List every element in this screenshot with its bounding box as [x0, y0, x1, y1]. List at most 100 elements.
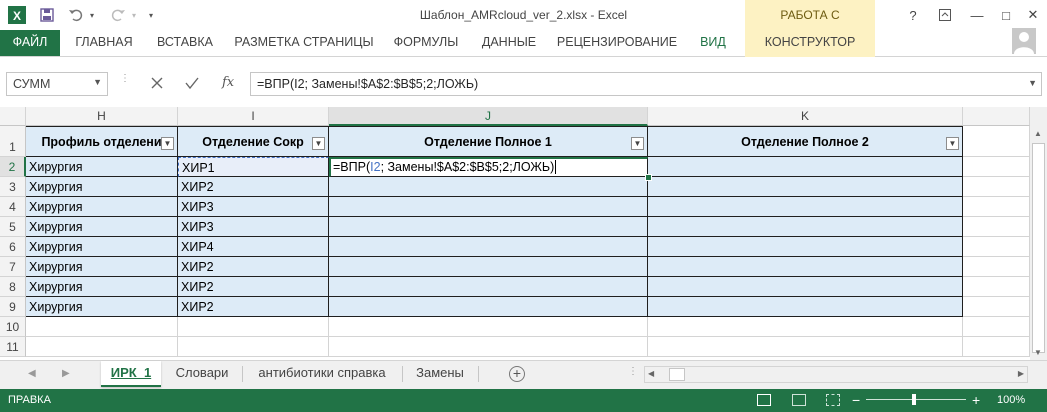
- cell[interactable]: [963, 177, 1030, 197]
- row-header[interactable]: 2: [0, 157, 26, 177]
- cell-j2-editing[interactable]: =ВПР(I2; Замены!$A$2:$B$5;2;ЛОЖЬ): [329, 157, 648, 177]
- cell-h9[interactable]: Хирургия: [26, 297, 178, 317]
- cell[interactable]: [329, 217, 648, 237]
- cell[interactable]: [963, 277, 1030, 297]
- cell[interactable]: [963, 157, 1030, 177]
- horizontal-scroll-thumb[interactable]: [669, 368, 685, 381]
- normal-view-icon[interactable]: [757, 394, 771, 406]
- cell[interactable]: [648, 337, 963, 357]
- cell[interactable]: [963, 297, 1030, 317]
- cell[interactable]: [26, 337, 178, 357]
- column-header-k[interactable]: K: [648, 107, 963, 126]
- chevron-down-icon[interactable]: ▼: [93, 77, 102, 87]
- table-header-cell[interactable]: Отделение Полное 2 ▼: [648, 126, 963, 157]
- cell-i6[interactable]: ХИР4: [178, 237, 329, 257]
- cell[interactable]: [963, 337, 1030, 357]
- cell[interactable]: [648, 317, 963, 337]
- cell-i2[interactable]: ХИР1: [178, 157, 329, 177]
- tab-design[interactable]: КОНСТРУКТОР: [745, 30, 875, 57]
- vertical-scroll-thumb[interactable]: [1032, 143, 1045, 353]
- tab-formulas[interactable]: ФОРМУЛЫ: [389, 30, 463, 56]
- table-header-cell[interactable]: Отделение Сокр ▼: [178, 126, 329, 157]
- cell[interactable]: [963, 257, 1030, 277]
- sheet-tab-replacements[interactable]: Замены: [408, 361, 472, 385]
- tab-view[interactable]: ВИД: [693, 30, 733, 56]
- zoom-slider-thumb[interactable]: [912, 394, 916, 405]
- cancel-icon[interactable]: [148, 73, 166, 93]
- tab-page-layout[interactable]: РАЗМЕТКА СТРАНИЦЫ: [231, 30, 377, 56]
- sheet-tab-irk1[interactable]: ИРК_1: [101, 361, 161, 387]
- fill-handle[interactable]: [645, 174, 652, 181]
- cell-h4[interactable]: Хирургия: [26, 197, 178, 217]
- cell[interactable]: [963, 197, 1030, 217]
- cell[interactable]: [648, 217, 963, 237]
- expand-formula-bar-icon[interactable]: ▼: [1028, 78, 1037, 88]
- cell[interactable]: [26, 317, 178, 337]
- cell-i9[interactable]: ХИР2: [178, 297, 329, 317]
- row-header[interactable]: 9: [0, 297, 26, 317]
- tabs-scroll-grip-icon[interactable]: ⋮: [628, 366, 638, 377]
- sheet-tab-antibiotics[interactable]: антибиотики справка: [248, 361, 396, 385]
- cell[interactable]: [329, 337, 648, 357]
- tab-review[interactable]: РЕЦЕНЗИРОВАНИЕ: [555, 30, 679, 56]
- scroll-right-icon[interactable]: ▶: [1018, 369, 1024, 378]
- cell[interactable]: [963, 317, 1030, 337]
- cell[interactable]: [329, 297, 648, 317]
- ribbon-display-options-icon[interactable]: [934, 5, 956, 25]
- minimize-button[interactable]: —: [966, 5, 988, 25]
- cell[interactable]: [963, 126, 1030, 157]
- worksheet-grid[interactable]: H I J K 1 Профиль отделени ▼ Отделение Сокр…: [0, 107, 1030, 360]
- cell-h2[interactable]: Хирургия: [26, 157, 178, 177]
- cell-h5[interactable]: Хирургия: [26, 217, 178, 237]
- cell-i8[interactable]: ХИР2: [178, 277, 329, 297]
- scroll-up-icon[interactable]: ▲: [1034, 129, 1042, 138]
- cell-i7[interactable]: ХИР2: [178, 257, 329, 277]
- enter-icon[interactable]: [183, 73, 201, 93]
- table-header-cell[interactable]: Профиль отделени ▼: [26, 126, 178, 157]
- cell[interactable]: [648, 297, 963, 317]
- cell-h6[interactable]: Хирургия: [26, 237, 178, 257]
- cell[interactable]: [178, 337, 329, 357]
- filter-dropdown-icon[interactable]: ▼: [631, 137, 644, 150]
- column-header-j[interactable]: J: [329, 107, 648, 126]
- row-header[interactable]: 4: [0, 197, 26, 217]
- formula-input[interactable]: =ВПР(I2; Замены!$A$2:$B$5;2;ЛОЖЬ) ▼: [250, 72, 1042, 96]
- scroll-left-icon[interactable]: ◀: [648, 369, 654, 378]
- table-header-cell[interactable]: Отделение Полное 1 ▼: [329, 126, 648, 157]
- name-box[interactable]: СУММ ▼: [6, 72, 108, 96]
- zoom-out-button[interactable]: −: [852, 392, 860, 408]
- filter-dropdown-icon[interactable]: ▼: [161, 137, 174, 150]
- row-header[interactable]: 8: [0, 277, 26, 297]
- cell[interactable]: [329, 237, 648, 257]
- scroll-sheets-right-icon[interactable]: ▶: [62, 368, 70, 379]
- user-avatar[interactable]: [1012, 28, 1036, 54]
- tab-home[interactable]: ГЛАВНАЯ: [68, 30, 140, 56]
- cell[interactable]: [329, 317, 648, 337]
- row-header[interactable]: 7: [0, 257, 26, 277]
- cell-h8[interactable]: Хирургия: [26, 277, 178, 297]
- close-button[interactable]: ✕: [1022, 5, 1044, 25]
- cell[interactable]: [648, 157, 963, 177]
- cell-i3[interactable]: ХИР2: [178, 177, 329, 197]
- vertical-scrollbar[interactable]: ▲ ▼: [1030, 107, 1047, 360]
- cell[interactable]: [329, 177, 648, 197]
- column-header-i[interactable]: I: [178, 107, 329, 126]
- formula-bar-divider-grip-icon[interactable]: ⋮: [120, 74, 130, 90]
- scroll-sheets-left-icon[interactable]: ◀: [28, 368, 36, 379]
- cell-h7[interactable]: Хирургия: [26, 257, 178, 277]
- cell[interactable]: [648, 257, 963, 277]
- cell[interactable]: [178, 317, 329, 337]
- row-header[interactable]: 5: [0, 217, 26, 237]
- select-all-corner[interactable]: [0, 107, 26, 126]
- filter-dropdown-icon[interactable]: ▼: [312, 137, 325, 150]
- zoom-in-button[interactable]: +: [972, 392, 980, 408]
- column-header-h[interactable]: H: [26, 107, 178, 126]
- zoom-slider[interactable]: [866, 394, 966, 405]
- row-header[interactable]: 11: [0, 337, 26, 357]
- sheet-tab-dictionaries[interactable]: Словари: [167, 361, 237, 385]
- row-header[interactable]: 1: [0, 126, 26, 157]
- filter-dropdown-icon[interactable]: ▼: [946, 137, 959, 150]
- restore-button[interactable]: □: [995, 5, 1017, 25]
- scroll-down-icon[interactable]: ▼: [1034, 348, 1042, 357]
- help-button[interactable]: ?: [902, 5, 924, 25]
